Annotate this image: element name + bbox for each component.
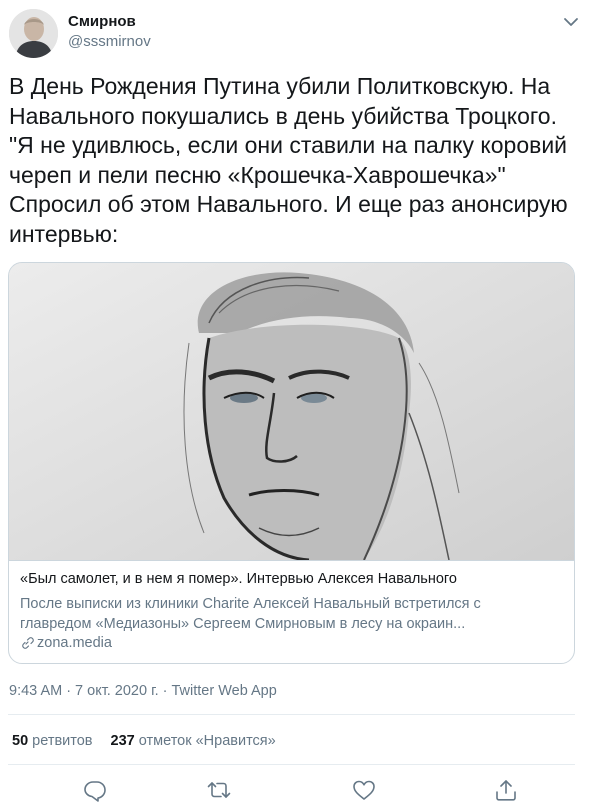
likes-stat[interactable]: 237 отметок «Нравится» <box>111 733 276 749</box>
tweet-date[interactable]: 7 окт. 2020 г. <box>75 683 159 699</box>
retweets-count: 50 <box>12 733 29 749</box>
retweets-stat[interactable]: 50 ретвитов <box>12 733 93 749</box>
card-domain: zona.media <box>20 635 112 651</box>
card-body[interactable]: «Был самолет, и в нем я помер». Интервью… <box>9 560 574 663</box>
tweet-source[interactable]: Twitter Web App <box>171 683 276 699</box>
likes-label: отметок «Нравится» <box>138 733 276 749</box>
retweets-label: ретвитов <box>32 733 93 749</box>
meta-separator: · <box>66 683 72 699</box>
reply-button[interactable] <box>83 778 107 802</box>
display-name[interactable]: Смирнов <box>68 13 136 30</box>
tweet-meta: 9:43 AM · 7 окт. 2020 г. · Twitter Web App <box>9 683 277 699</box>
likes-count: 237 <box>110 733 135 749</box>
card-description-line: После выписки из клиники Charite Алексей… <box>20 596 481 612</box>
divider <box>8 714 575 715</box>
link-card[interactable]: «Был самолет, и в нем я помер». Интервью… <box>8 262 575 664</box>
retweet-button[interactable] <box>207 778 231 802</box>
divider <box>8 764 575 765</box>
tweet-actions <box>0 778 591 806</box>
like-icon <box>353 780 375 800</box>
card-description-line: главредом «Медиазоны» Сергеем Смирновым … <box>20 616 466 632</box>
card-image[interactable] <box>9 263 574 562</box>
share-button[interactable] <box>494 778 518 802</box>
meta-separator: · <box>162 683 168 699</box>
tweet-header: Смирнов @sssmirnov <box>0 0 591 66</box>
user-handle[interactable]: @sssmirnov <box>68 33 151 50</box>
card-description: После выписки из клиники Charite Алексей… <box>20 594 550 634</box>
avatar[interactable] <box>9 9 58 58</box>
card-domain-text: zona.media <box>37 635 112 651</box>
like-button[interactable] <box>352 778 376 802</box>
portrait-sketch-image-icon <box>9 263 574 562</box>
user-avatar-photo-icon <box>9 9 58 58</box>
tweet-stats: 50 ретвитов 237 отметок «Нравится» <box>12 733 276 749</box>
chevron-down-icon <box>564 18 578 26</box>
more-options-button[interactable] <box>561 12 581 32</box>
share-icon <box>496 780 516 801</box>
retweet-icon <box>207 782 231 798</box>
tweet-text: В День Рождения Путина убили Политковску… <box>9 73 568 247</box>
link-icon <box>22 637 34 649</box>
card-title: «Был самолет, и в нем я помер». Интервью… <box>20 571 457 587</box>
tweet-time[interactable]: 9:43 AM <box>9 683 62 699</box>
reply-icon <box>84 781 106 802</box>
